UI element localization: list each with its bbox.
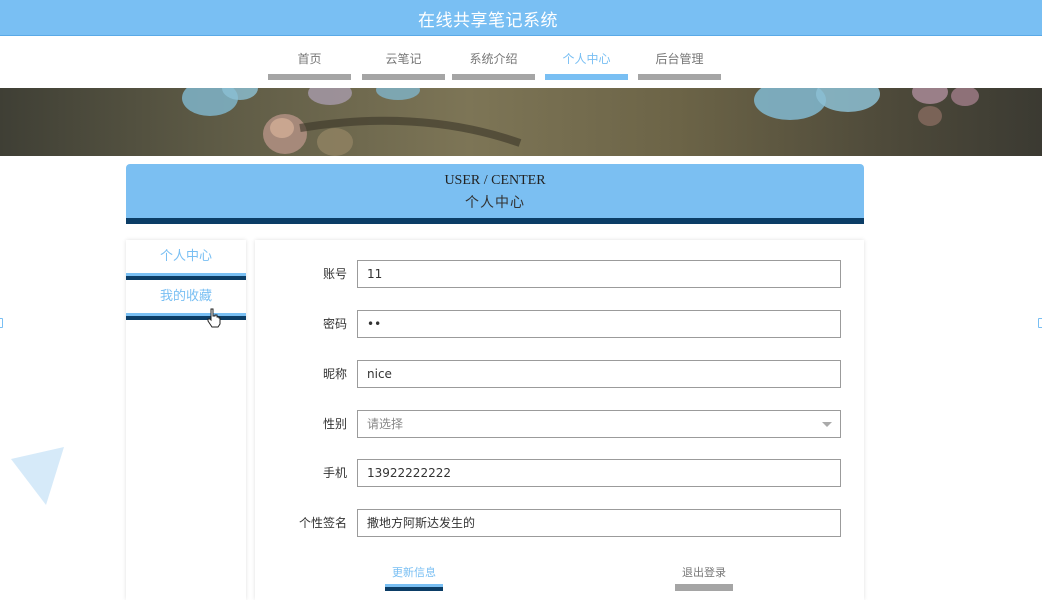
decorative-triangle-icon	[11, 447, 64, 505]
form-row-account: 账号 11	[255, 260, 864, 288]
profile-form: 账号 11 密码 •• 昵称 nice 性别 请选择 手机 1392222222…	[255, 240, 864, 600]
sidebar-item-label: 我的收藏	[159, 289, 212, 304]
site-title: 在线共享笔记系统	[418, 11, 558, 31]
logout-label: 退出登录	[682, 566, 726, 579]
nav-item-cloud-notes[interactable]: 云笔记	[362, 50, 445, 80]
nav-item-label: 首页	[297, 52, 322, 66]
nav-item-label: 个人中心	[562, 52, 611, 66]
logout-button[interactable]: 退出登录	[675, 565, 733, 591]
header-bottom-strip	[126, 218, 864, 224]
main-nav: 首页 云笔记 系统介绍 个人中心 后台管理	[0, 36, 1042, 88]
nickname-input[interactable]: nice	[357, 360, 841, 388]
user-center-header: USER / CENTER 个人中心	[126, 164, 864, 224]
nav-item-underline	[268, 74, 351, 80]
nav-item-label: 后台管理	[655, 52, 704, 66]
nav-item-underline	[638, 74, 721, 80]
nav-item-underline	[545, 74, 628, 80]
phone-label: 手机	[322, 466, 347, 480]
user-center-title-en: USER / CENTER	[444, 173, 546, 188]
nav-item-user-center[interactable]: 个人中心	[545, 50, 628, 80]
sidebar-item-underline	[126, 273, 246, 280]
nav-item-underline	[362, 74, 445, 80]
hand-cursor-icon	[207, 308, 221, 328]
sidebar-item-favorites[interactable]: 我的收藏	[126, 282, 246, 320]
right-edge-handle-icon[interactable]	[1038, 318, 1042, 328]
form-row-phone: 手机 13922222222	[255, 459, 864, 487]
update-info-label: 更新信息	[392, 566, 436, 579]
left-edge-handle-icon[interactable]	[0, 318, 3, 328]
chevron-down-icon	[822, 422, 832, 427]
signature-input[interactable]: 撒地方阿斯达发生的	[357, 509, 841, 537]
top-title-bar: 在线共享笔记系统	[0, 0, 1042, 36]
account-input[interactable]: 11	[357, 260, 841, 288]
account-label: 账号	[322, 267, 347, 281]
signature-label: 个性签名	[298, 516, 347, 530]
gender-label: 性别	[322, 417, 347, 431]
nav-item-label: 云笔记	[385, 52, 422, 66]
sidebar-item-user-center[interactable]: 个人中心	[126, 242, 246, 280]
nav-item-admin[interactable]: 后台管理	[638, 50, 721, 80]
sidebar-item-underline	[126, 313, 246, 320]
banner-image	[0, 88, 1042, 156]
nav-item-home[interactable]: 首页	[268, 50, 351, 80]
password-label: 密码	[322, 317, 347, 331]
update-info-button[interactable]: 更新信息	[385, 565, 443, 591]
nav-item-label: 系统介绍	[469, 52, 518, 66]
form-row-signature: 个性签名 撒地方阿斯达发生的	[255, 509, 864, 537]
nickname-label: 昵称	[322, 367, 347, 381]
button-underline	[675, 584, 733, 591]
nav-item-underline	[452, 74, 535, 80]
form-row-nickname: 昵称 nice	[255, 360, 864, 388]
banner-illustration	[182, 88, 979, 156]
nav-item-system-intro[interactable]: 系统介绍	[452, 50, 535, 80]
gender-select-placeholder: 请选择	[367, 417, 404, 431]
user-sidebar: 个人中心 我的收藏	[126, 240, 246, 600]
button-underline	[385, 584, 443, 591]
form-row-gender: 性别 请选择	[255, 410, 864, 438]
gender-select[interactable]: 请选择	[357, 410, 841, 438]
phone-input[interactable]: 13922222222	[357, 459, 841, 487]
form-row-password: 密码 ••	[255, 310, 864, 338]
password-input[interactable]: ••	[357, 310, 841, 338]
sidebar-item-label: 个人中心	[159, 249, 212, 264]
user-center-title-cn: 个人中心	[465, 196, 525, 211]
